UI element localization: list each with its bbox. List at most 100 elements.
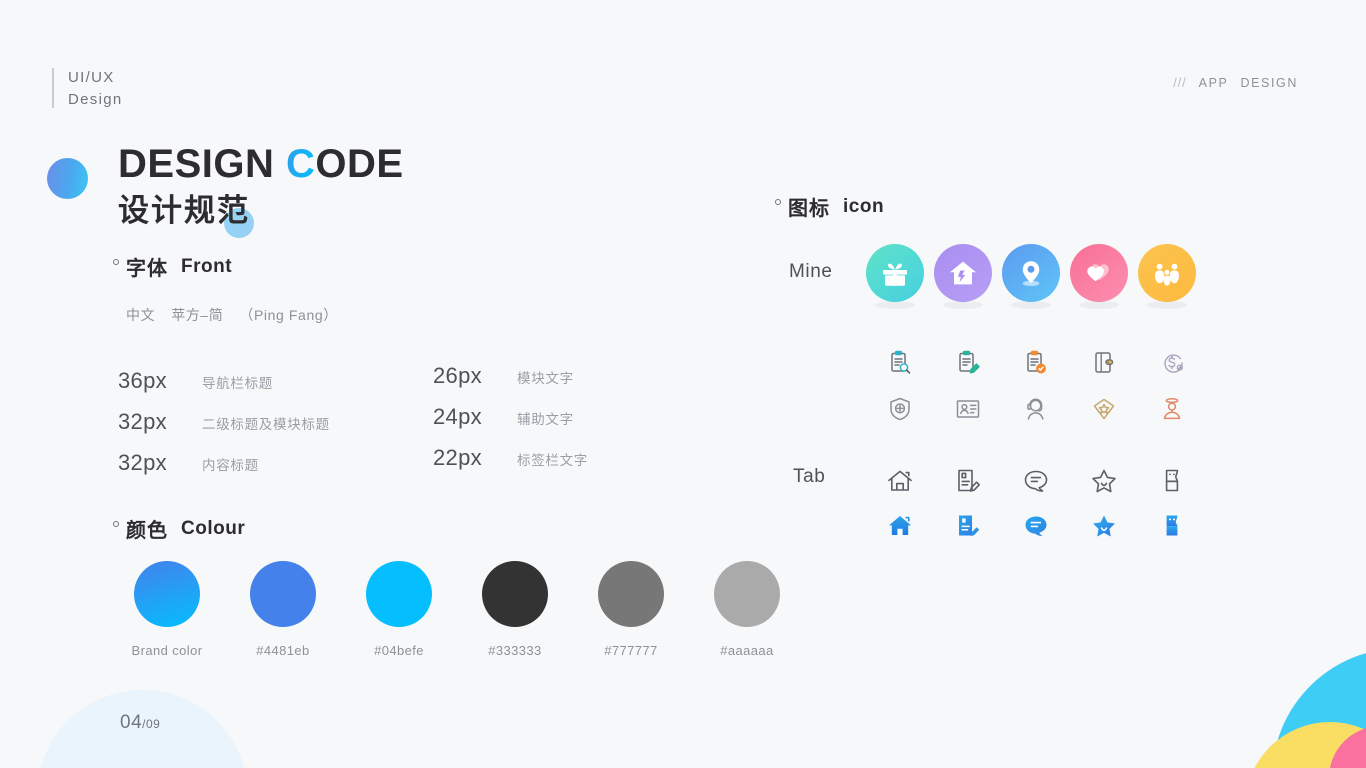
- font-size-column-left: 36px 导航栏标题 32px 二级标题及模块标题 32px 内容标题: [118, 368, 330, 491]
- review-doc-icon[interactable]: [934, 458, 1002, 503]
- colour-swatch-item[interactable]: #04befe: [359, 561, 439, 658]
- section-font-cn: 字体: [126, 258, 168, 280]
- shield-plus-icon[interactable]: [866, 386, 934, 432]
- section-font-en: Front: [181, 255, 233, 277]
- font-family-latin: （Ping Fang）: [239, 307, 338, 323]
- colour-swatch: [598, 561, 664, 627]
- font-size-label: 辅助文字: [517, 412, 574, 427]
- tab-icon-grid: [866, 458, 1206, 548]
- font-size-row: 24px 辅助文字: [433, 404, 588, 445]
- notebook-lock-icon[interactable]: [1070, 340, 1138, 386]
- colour-swatch-label: #04befe: [374, 643, 424, 658]
- font-family-cn-label: 中文: [126, 307, 156, 323]
- colour-swatch-item[interactable]: Brand color: [127, 561, 207, 658]
- colour-swatch-item[interactable]: #777777: [591, 561, 671, 658]
- page-title-accent-letter: C: [285, 142, 316, 186]
- home-icon[interactable]: [866, 458, 934, 503]
- page-title-en: DESIGN CODE: [118, 140, 404, 188]
- font-size-value: 32px: [118, 450, 167, 475]
- colour-swatch-label: #777777: [604, 643, 658, 658]
- header-tag-app: APP: [1198, 76, 1229, 90]
- font-family-line: 中文 苹方–简 （Ping Fang）: [126, 305, 338, 325]
- profile-icon[interactable]: [1138, 503, 1206, 548]
- page-number-current: 04: [120, 712, 143, 733]
- font-size-row: 32px 内容标题: [118, 450, 330, 491]
- header-tagline: /// APP DESIGN: [1173, 76, 1298, 90]
- chat-icon[interactable]: [1002, 503, 1070, 548]
- bullet-icon: [113, 259, 119, 265]
- location-pin-icon[interactable]: [1002, 244, 1060, 309]
- font-size-label: 内容标题: [202, 458, 259, 473]
- font-size-value: 24px: [433, 404, 482, 429]
- mine-row-label: Mine: [789, 261, 833, 282]
- section-colour-en: Colour: [181, 517, 246, 539]
- brand-mark-line2: Design: [68, 91, 123, 108]
- bullet-icon: [113, 521, 119, 527]
- header-tag-design: DESIGN: [1240, 76, 1298, 90]
- slide-canvas: UI/UX Design /// APP DESIGN DESIGN CODE …: [0, 0, 1366, 768]
- font-size-column-right: 26px 模块文字 24px 辅助文字 22px 标签栏文字: [433, 363, 588, 486]
- heart-icon[interactable]: [1070, 244, 1128, 309]
- document-edit-icon[interactable]: [934, 340, 1002, 386]
- colour-swatch: [714, 561, 780, 627]
- slashes-decoration: ///: [1173, 76, 1187, 90]
- font-size-value: 22px: [433, 445, 482, 470]
- headset-support-icon[interactable]: [1002, 386, 1070, 432]
- bullet-icon: [775, 199, 781, 205]
- person-network-icon[interactable]: [1138, 386, 1206, 432]
- document-search-icon[interactable]: [866, 340, 934, 386]
- gradient-sphere-decoration: [47, 158, 88, 199]
- profile-icon[interactable]: [1138, 458, 1206, 503]
- dollar-circle-icon[interactable]: [1138, 340, 1206, 386]
- section-header-colour: 颜色 Colour: [113, 514, 245, 543]
- font-size-value: 26px: [433, 363, 482, 388]
- section-header-icon: 图标 icon: [775, 192, 884, 221]
- colour-swatch-item[interactable]: #333333: [475, 561, 555, 658]
- mine-icon-row: [866, 244, 1196, 309]
- font-size-label: 导航栏标题: [202, 376, 273, 391]
- font-size-row: 32px 二级标题及模块标题: [118, 409, 330, 450]
- colour-swatch-row: Brand color #4481eb #04befe #333333 #777…: [127, 561, 787, 658]
- diamond-star-icon[interactable]: [1070, 386, 1138, 432]
- font-size-label: 标签栏文字: [517, 453, 588, 468]
- tab-row-label: Tab: [793, 466, 826, 487]
- star-icon[interactable]: [1070, 458, 1138, 503]
- brand-mark-rule: [52, 68, 54, 108]
- id-card-icon[interactable]: [934, 386, 1002, 432]
- home-icon[interactable]: [866, 503, 934, 548]
- document-check-icon[interactable]: [1002, 340, 1070, 386]
- section-colour-cn: 颜色: [126, 520, 168, 542]
- colour-swatch-item[interactable]: #aaaaaa: [707, 561, 787, 658]
- font-size-value: 32px: [118, 409, 167, 434]
- icon-grid: [866, 340, 1206, 432]
- colour-swatch: [482, 561, 548, 627]
- colour-swatch-label: #333333: [488, 643, 542, 658]
- font-size-row: 26px 模块文字: [433, 363, 588, 404]
- colour-swatch-label: #4481eb: [256, 643, 310, 658]
- page-number-total: /09: [142, 717, 161, 731]
- page-number: 04/09: [120, 712, 160, 734]
- brand-mark: UI/UX Design: [52, 68, 123, 110]
- font-size-row: 36px 导航栏标题: [118, 368, 330, 409]
- title-block: DESIGN CODE 设计规范: [118, 140, 404, 238]
- colour-swatch-brand: [134, 561, 200, 627]
- colour-swatch: [250, 561, 316, 627]
- font-size-value: 36px: [118, 368, 167, 393]
- font-family-name: 苹方–简: [171, 307, 224, 323]
- colour-swatch-item[interactable]: #4481eb: [243, 561, 323, 658]
- colour-swatch-label: Brand color: [131, 643, 203, 658]
- font-size-label: 二级标题及模块标题: [202, 417, 330, 432]
- review-doc-icon[interactable]: [934, 503, 1002, 548]
- section-icon-en: icon: [843, 195, 885, 217]
- star-icon[interactable]: [1070, 503, 1138, 548]
- font-size-label: 模块文字: [517, 371, 574, 386]
- family-icon[interactable]: [1138, 244, 1196, 309]
- section-header-font: 字体 Front: [113, 252, 232, 281]
- page-title-cn: 设计规范: [118, 193, 250, 228]
- brand-mark-line1: UI/UX: [68, 69, 115, 86]
- colour-swatch-label: #aaaaaa: [720, 643, 774, 658]
- page-title-en-rest: ODE: [315, 142, 404, 186]
- gift-icon[interactable]: [866, 244, 924, 309]
- chat-icon[interactable]: [1002, 458, 1070, 503]
- home-bolt-icon[interactable]: [934, 244, 992, 309]
